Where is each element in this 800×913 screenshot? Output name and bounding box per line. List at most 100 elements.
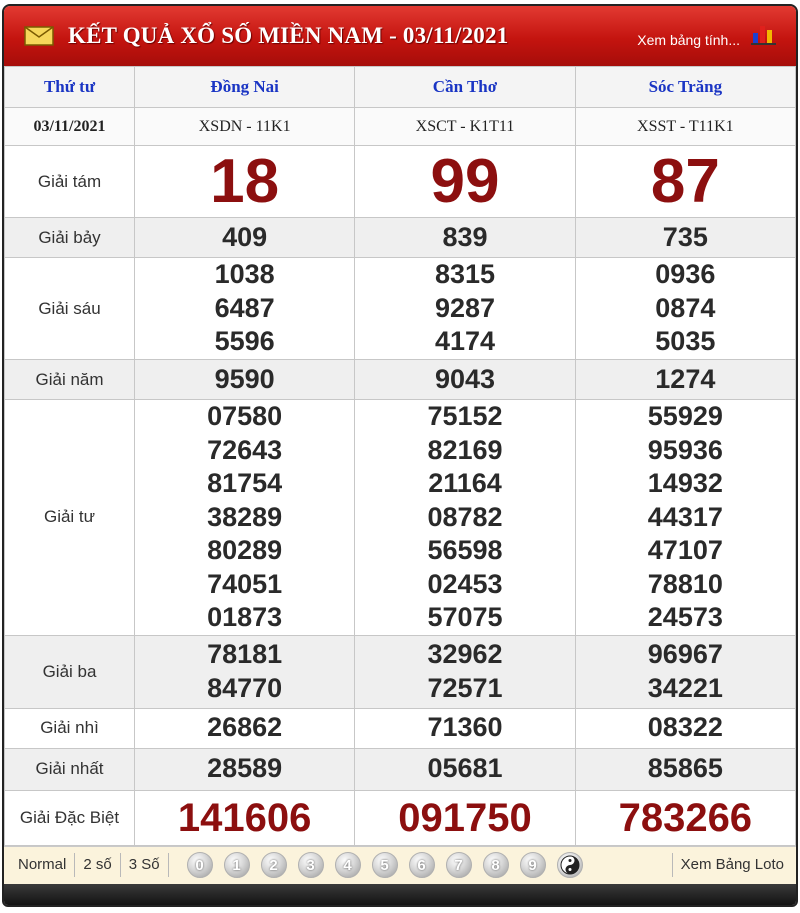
- spreadsheet-link[interactable]: Xem bảng tính...: [637, 32, 740, 48]
- special-prize-number: 141606: [177, 795, 312, 840]
- results-header: KẾT QUẢ XỔ SỐ MIỀN NAM - 03/11/2021 Xem …: [4, 6, 796, 66]
- province-name[interactable]: Sóc Trăng: [574, 66, 796, 108]
- prize-number: 72571: [427, 672, 503, 703]
- draw-date: 03/11/2021: [4, 107, 135, 146]
- prize-cell: 71360: [354, 707, 576, 749]
- digit-0-button[interactable]: 0: [186, 852, 213, 878]
- prize-number: 78810: [647, 568, 723, 599]
- bar-chart-icon[interactable]: [750, 21, 778, 47]
- digit-4-button[interactable]: 4: [334, 852, 361, 878]
- prize-row: Giải tám 18 99 87: [4, 145, 796, 218]
- digit-8-button[interactable]: 8: [482, 852, 509, 878]
- prize-row: Giải nhất 28589 05681 85865: [4, 747, 796, 791]
- prize-number: 18: [210, 146, 280, 216]
- tab-2-digits[interactable]: 2 số: [75, 853, 121, 877]
- prize-label: Giải tư: [4, 399, 135, 636]
- prize-number: 72643: [207, 434, 283, 465]
- prize-number: 85865: [647, 753, 723, 784]
- prize-cell: 141606: [133, 789, 356, 846]
- prize-cell: 0936 0874 5035: [574, 257, 796, 360]
- digit-filter: 0123456789: [186, 852, 594, 878]
- prize-cell: 409: [133, 217, 356, 258]
- prize-number: 05681: [427, 753, 503, 784]
- prize-cell: 9590: [133, 359, 356, 400]
- prize-number: 8315: [434, 259, 496, 290]
- prize-number: 735: [662, 221, 708, 252]
- prize-number: 839: [442, 221, 488, 252]
- prize-cell: 55929 95936 14932 44317 47107 78810 24573: [574, 399, 796, 636]
- prize-number: 99: [430, 146, 500, 216]
- results-panel: KẾT QUẢ XỔ SỐ MIỀN NAM - 03/11/2021 Xem …: [2, 4, 798, 907]
- yin-yang-icon[interactable]: [556, 852, 583, 878]
- prize-cell: 26862: [133, 707, 356, 749]
- prize-label: Giải Đặc Biệt: [4, 789, 135, 846]
- digit-5-button[interactable]: 5: [371, 852, 398, 878]
- prize-number: 38289: [207, 501, 283, 532]
- tab-3-digits[interactable]: 3 Số: [121, 853, 169, 877]
- prize-number: 95936: [647, 434, 723, 465]
- prize-number: 28589: [207, 753, 283, 784]
- prize-cell: 85865: [574, 747, 796, 791]
- prize-cell: 839: [354, 217, 576, 258]
- province-name[interactable]: Cần Thơ: [354, 66, 576, 108]
- prize-label: Giải tám: [4, 145, 135, 218]
- prize-number: 14932: [647, 468, 723, 498]
- prize-number: 0874: [655, 292, 716, 323]
- prize-number: 78181: [207, 639, 283, 669]
- prize-cell: 96967 34221: [574, 634, 796, 709]
- digit-1-button[interactable]: 1: [223, 852, 250, 878]
- prize-cell: 1038 6487 5596: [133, 257, 356, 360]
- prize-cell: 735: [574, 217, 796, 258]
- prize-cell: 783266: [574, 789, 796, 846]
- province-name[interactable]: Đồng Nai: [133, 66, 356, 108]
- weekday-label: Thứ tư: [4, 66, 135, 108]
- prize-number: 34221: [647, 672, 723, 703]
- prize-label: Giải năm: [4, 359, 135, 400]
- special-prize-number: 091750: [398, 795, 532, 840]
- prize-row: Giải năm 9590 9043 1274: [4, 359, 796, 400]
- prize-cell: 08322: [574, 707, 796, 749]
- prize-number: 26862: [207, 712, 283, 743]
- prize-number: 0936: [655, 259, 716, 290]
- prize-number: 82169: [427, 434, 503, 465]
- special-prize-number: 783266: [618, 795, 753, 840]
- prize-cell: 8315 9287 4174: [354, 257, 576, 360]
- prize-cell: 28589: [133, 747, 356, 791]
- prize-cell: 9043: [354, 359, 576, 400]
- prize-number: 9287: [434, 292, 496, 323]
- prize-number: 74051: [207, 568, 283, 599]
- digit-7-button[interactable]: 7: [445, 852, 472, 878]
- footer-toolbar: Normal 2 số 3 Số 0123456789 Xem Bảng Lot…: [4, 845, 796, 884]
- prize-cell: 32962 72571: [354, 634, 576, 709]
- prize-number: 1038: [214, 259, 275, 290]
- prize-row: Giải nhì 26862 71360 08322: [4, 707, 796, 749]
- prize-number: 32962: [427, 639, 503, 669]
- prize-row: Giải bảy 409 839 735: [4, 217, 796, 258]
- prize-number: 02453: [427, 568, 503, 599]
- prize-number: 01873: [207, 602, 283, 632]
- prize-number: 47107: [647, 535, 723, 565]
- prize-label: Giải ba: [4, 634, 135, 709]
- digit-6-button[interactable]: 6: [408, 852, 435, 878]
- prize-number: 96967: [647, 639, 723, 669]
- prize-cell: 78181 84770: [133, 634, 356, 709]
- digit-9-button[interactable]: 9: [519, 852, 546, 878]
- prize-rows: Giải tám 18 99 87 Giải bảy 409 839 735 Giải sáu 1…: [4, 145, 796, 846]
- prize-number: 07580: [207, 401, 283, 431]
- digit-3-button[interactable]: 3: [297, 852, 324, 878]
- bottom-bar: [4, 883, 796, 905]
- prize-number: 5035: [655, 326, 716, 357]
- tab-normal[interactable]: Normal: [4, 853, 76, 877]
- prize-cell: 99: [354, 145, 576, 218]
- prize-row: Giải Đặc Biệt 141606 091750 783266: [4, 789, 796, 846]
- prize-number: 56598: [427, 535, 503, 565]
- prize-label: Giải nhì: [4, 707, 135, 749]
- prize-cell: 18: [133, 145, 356, 218]
- province-header-row: Thứ tư Đồng Nai Cần Thơ Sóc Trăng: [4, 66, 796, 108]
- prize-number: 6487: [214, 292, 275, 323]
- prize-cell: 091750: [354, 789, 576, 846]
- prize-number: 21164: [428, 468, 502, 498]
- digit-2-button[interactable]: 2: [260, 852, 287, 878]
- loto-table-link[interactable]: Xem Bảng Loto: [671, 853, 796, 877]
- prize-number: 4174: [434, 326, 496, 357]
